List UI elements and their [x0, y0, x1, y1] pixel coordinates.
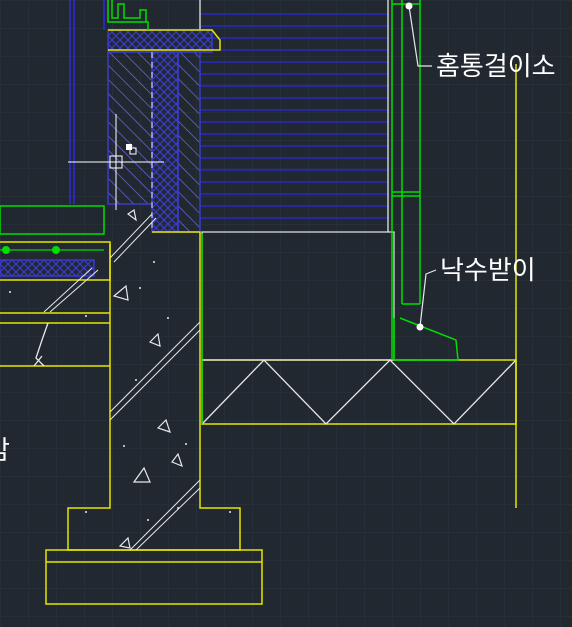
- insulation-hatch-right: [177, 51, 201, 233]
- leader-anchor-dot-2: [416, 323, 424, 331]
- leader-anchor-dot-1: [405, 2, 413, 10]
- insulation-cross-hatch: [151, 51, 179, 233]
- insulation-hatch-left: [107, 51, 153, 205]
- label-cut-left: 암: [0, 438, 10, 464]
- floor-heating-hatch: [0, 259, 95, 277]
- cad-drawing-canvas[interactable]: [0, 0, 572, 627]
- label-gutter-hanger: 홈통걸이소: [436, 52, 556, 82]
- label-drip-tray: 낙수받이: [440, 256, 536, 286]
- sill-cap: [107, 29, 213, 53]
